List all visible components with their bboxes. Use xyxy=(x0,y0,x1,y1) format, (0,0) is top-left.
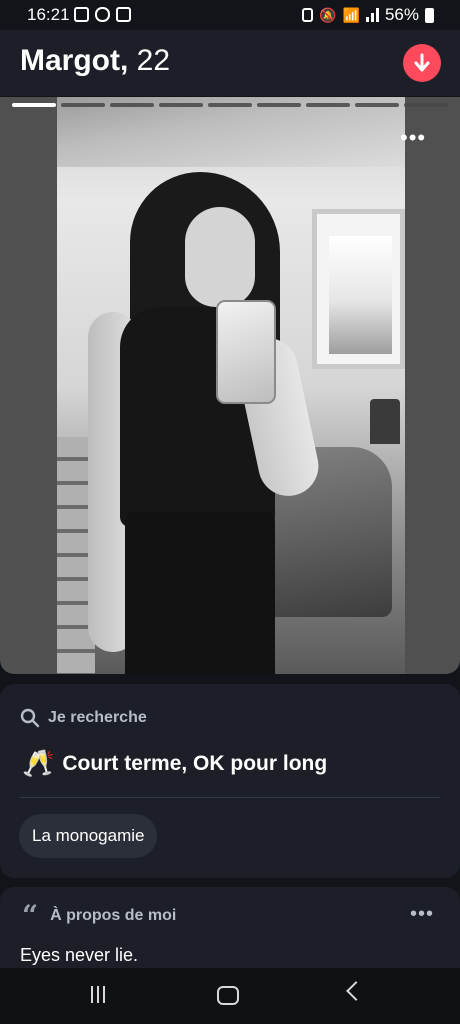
profile-name: Margot, 22 xyxy=(20,44,170,78)
status-bar: 16:21 🔕 📶 56% xyxy=(0,0,460,30)
about-more-icon[interactable]: ••• xyxy=(410,903,434,926)
photo-progress-segment[interactable] xyxy=(257,103,301,107)
photo-progress-segment[interactable] xyxy=(110,103,154,107)
profile-first-name: Margot, xyxy=(20,44,129,77)
arrow-down-icon xyxy=(414,53,430,72)
looking-for-card: Je recherche 🥂 Court terme, OK pour long… xyxy=(0,684,460,878)
photo-progress xyxy=(12,103,448,107)
window xyxy=(312,209,405,369)
looking-for-label: Je recherche xyxy=(48,709,147,726)
profile-header: Margot, 22 xyxy=(0,30,460,96)
about-label: À propos de moi xyxy=(50,907,177,924)
photo-progress-segment[interactable] xyxy=(355,103,399,107)
battery-percent: 56% xyxy=(384,5,419,24)
divider xyxy=(20,797,440,798)
home-icon[interactable] xyxy=(217,986,239,1005)
photo-progress-segment[interactable] xyxy=(61,103,105,107)
quote-icon: “ xyxy=(22,899,39,932)
back-icon[interactable] xyxy=(346,981,366,1001)
alarm-icon xyxy=(302,8,314,22)
more-options-icon[interactable]: ••• xyxy=(400,127,426,149)
recent-apps-icon[interactable] xyxy=(91,986,105,1003)
incognito-notification-icon xyxy=(95,7,110,22)
status-time: 16:21 xyxy=(27,5,70,24)
phone-in-photo xyxy=(216,300,276,404)
wifi-icon: 📶 xyxy=(342,6,360,23)
relationship-type-chip: La monogamie xyxy=(19,814,158,858)
profile-photo[interactable]: ••• xyxy=(0,97,460,674)
photo-progress-segment[interactable] xyxy=(159,103,203,107)
gallery-notification-icon xyxy=(74,7,89,22)
checkbox-notification-icon xyxy=(116,7,131,22)
battery-icon xyxy=(425,7,434,23)
search-icon xyxy=(20,708,40,728)
looking-for-value: Court terme, OK pour long xyxy=(62,751,328,775)
photo-progress-segment[interactable] xyxy=(306,103,350,107)
looking-for-label-row: Je recherche xyxy=(20,708,147,728)
photo-progress-segment[interactable] xyxy=(404,103,448,107)
champagne-icon: 🥂 xyxy=(22,748,55,778)
signal-icon xyxy=(365,8,379,22)
system-nav-bar xyxy=(0,968,460,1024)
close-profile-button[interactable] xyxy=(403,44,441,82)
about-bio: Eyes never lie. xyxy=(20,945,139,965)
mute-icon: 🔕 xyxy=(319,6,337,23)
profile-age: 22 xyxy=(136,44,171,77)
photo-progress-segment[interactable] xyxy=(12,103,56,107)
photo-progress-segment[interactable] xyxy=(208,103,252,107)
